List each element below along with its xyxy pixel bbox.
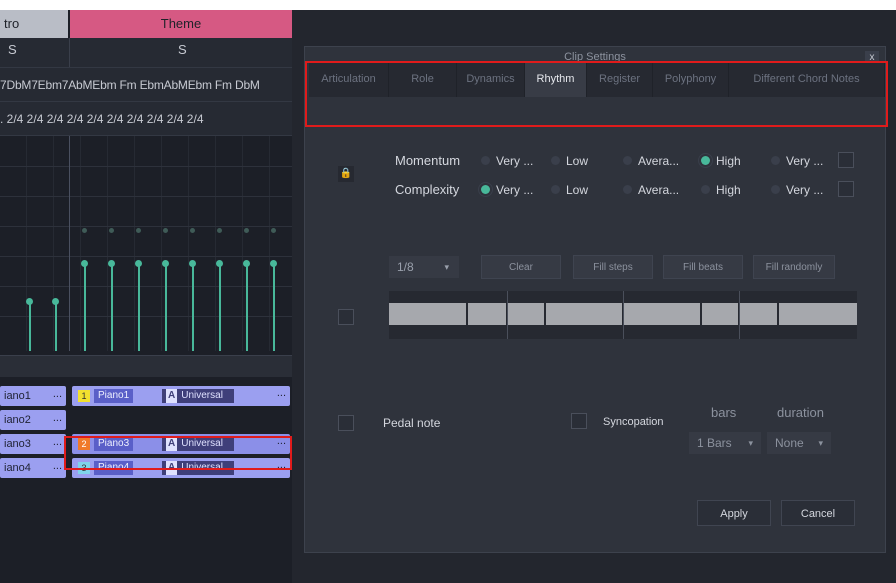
arrangement-editor: tro Theme S S 7DbM7Ebm7AbMEbm Fm EbmAbME…	[0, 10, 292, 583]
chord-labels[interactable]: 7DbM7Ebm7AbMEbm Fm EbmAbMEbm Fm DbM	[0, 78, 260, 92]
pedal-note-checkbox[interactable]	[338, 415, 354, 431]
track-header[interactable]: iano1...	[0, 386, 66, 406]
complexity-option[interactable]: Very ...	[771, 183, 823, 197]
velocity-handle[interactable]	[243, 260, 250, 267]
track-row: iano2...	[0, 408, 292, 432]
complexity-option[interactable]: Avera...	[623, 183, 679, 197]
s-marker[interactable]: S	[8, 42, 17, 57]
velocity-handle[interactable]	[216, 260, 223, 267]
momentum-label: Momentum	[395, 153, 461, 168]
momentum-option[interactable]: Very ...	[481, 154, 533, 168]
time-signature-row: . 2/4 2/4 2/4 2/4 2/4 2/4 2/4 2/4 2/4 2/…	[0, 102, 292, 136]
clip-number-badge: 1	[78, 390, 90, 402]
momentum-option[interactable]: Low	[551, 154, 588, 168]
complexity-option[interactable]: High	[701, 183, 741, 197]
velocity-grid[interactable]	[0, 136, 292, 351]
velocity-handle[interactable]	[81, 260, 88, 267]
lock-icon[interactable]: 🔒	[338, 166, 354, 182]
rhythm-step-grid[interactable]	[389, 291, 857, 339]
velocity-handle[interactable]	[108, 260, 115, 267]
cancel-button[interactable]: Cancel	[781, 500, 855, 526]
velocity-handle[interactable]	[135, 260, 142, 267]
velocity-handle[interactable]	[189, 260, 196, 267]
track-header[interactable]: iano3...	[0, 434, 66, 454]
chords-row: 7DbM7Ebm7AbMEbm Fm EbmAbMEbm Fm DbM	[0, 68, 292, 102]
track-header[interactable]: iano4...	[0, 458, 66, 478]
fill-randomly-button[interactable]: Fill randomly	[753, 255, 835, 279]
momentum-option-selected[interactable]: High	[701, 154, 741, 168]
velocity-handle[interactable]	[162, 260, 169, 267]
highlight-tab-bar	[305, 61, 888, 127]
rhythm-step[interactable]	[702, 303, 738, 325]
rhythm-step[interactable]	[779, 303, 857, 325]
apply-button[interactable]: Apply	[697, 500, 771, 526]
duration-dropdown[interactable]: None ▾	[767, 432, 831, 454]
pedal-note-label: Pedal note	[383, 416, 441, 430]
clip-name: Piano1	[94, 389, 134, 403]
momentum-option[interactable]: Avera...	[623, 154, 679, 168]
duration-header: duration	[777, 405, 824, 420]
step-enable-checkbox[interactable]	[338, 309, 354, 325]
clear-button[interactable]: Clear	[481, 255, 561, 279]
momentum-lock-checkbox[interactable]	[838, 152, 854, 168]
track-header[interactable]: iano2...	[0, 410, 66, 430]
clip-menu-button[interactable]: ...	[277, 387, 286, 399]
bars-dropdown[interactable]: 1 Bars ▾	[689, 432, 761, 454]
syncopation-checkbox[interactable]	[571, 413, 587, 429]
timeline-ruler[interactable]	[0, 355, 292, 377]
section-theme[interactable]: Theme	[70, 10, 292, 38]
complexity-option-selected[interactable]: Very ...	[481, 183, 533, 197]
rhythm-step[interactable]	[624, 303, 700, 325]
fill-steps-button[interactable]: Fill steps	[573, 255, 653, 279]
velocity-handle[interactable]	[52, 298, 59, 305]
momentum-option[interactable]: Very ...	[771, 154, 823, 168]
velocity-handle[interactable]	[270, 260, 277, 267]
time-signature-labels[interactable]: . 2/4 2/4 2/4 2/4 2/4 2/4 2/4 2/4 2/4 2/…	[0, 112, 204, 126]
rhythm-step[interactable]	[508, 303, 544, 325]
clip-style: A Universal	[162, 389, 234, 403]
highlight-selected-clip	[64, 436, 292, 470]
rhythm-step[interactable]	[740, 303, 777, 325]
track-row: iano1... 1 Piano1 A Universal ...	[0, 384, 292, 408]
s-marker[interactable]: S	[178, 42, 187, 57]
rhythm-step[interactable]	[468, 303, 506, 325]
complexity-option[interactable]: Low	[551, 183, 588, 197]
fill-beats-button[interactable]: Fill beats	[663, 255, 743, 279]
step-size-dropdown[interactable]: 1/8 ▾	[389, 256, 459, 278]
bars-header: bars	[711, 405, 737, 420]
structure-row: S S	[0, 38, 292, 68]
rhythm-step[interactable]	[546, 303, 622, 325]
section-intro[interactable]: tro	[0, 10, 68, 38]
complexity-lock-checkbox[interactable]	[838, 181, 854, 197]
syncopation-label: Syncopation	[603, 416, 664, 428]
velocity-handle[interactable]	[26, 298, 33, 305]
clip[interactable]: 1 Piano1 A Universal ...	[72, 386, 290, 406]
complexity-label: Complexity	[395, 182, 460, 197]
rhythm-step[interactable]	[389, 303, 466, 325]
